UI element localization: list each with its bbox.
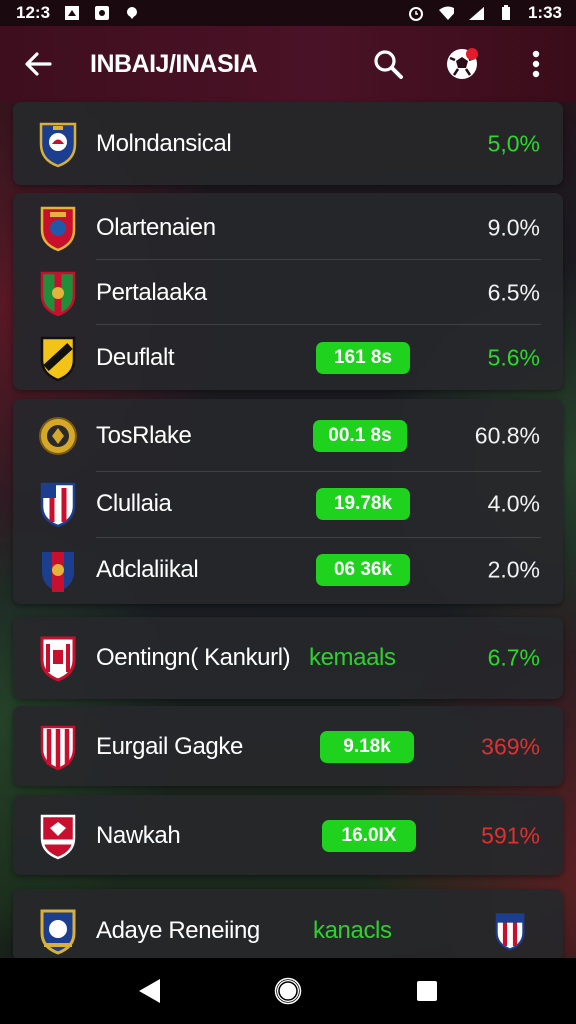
team-percentage: 4.0% xyxy=(487,490,540,516)
team-crest-icon xyxy=(39,416,77,455)
team-name: Clullaia xyxy=(96,489,172,517)
back-button[interactable] xyxy=(20,46,56,82)
image-icon xyxy=(94,5,110,21)
team-name: Olartenaien xyxy=(96,213,216,241)
team-name: Oentingn( Kankurl) xyxy=(96,643,291,671)
stat-badge: 161 8s xyxy=(316,341,410,374)
status-tag: kemaals xyxy=(309,643,396,671)
nav-recents-button[interactable] xyxy=(402,966,452,1016)
status-tag: kanacls xyxy=(313,916,392,944)
system-nav-bar xyxy=(0,958,576,1024)
team-crest-icon xyxy=(40,909,76,955)
team-crest-icon xyxy=(40,206,76,251)
more-options-button[interactable] xyxy=(516,44,556,84)
list-item[interactable]: TosRlake 00.1 8s 60.8% xyxy=(13,403,563,468)
stat-badge: 06 36k xyxy=(316,553,410,586)
list-item[interactable]: Molndansical 5,0% xyxy=(13,111,563,176)
team-crest-icon xyxy=(40,814,76,859)
list-item[interactable]: Oentingn( Kankurl) kemaals 6.7% xyxy=(13,625,563,690)
stat-badge: 19.78k xyxy=(316,487,410,520)
team-card: Adaye Reneiing kanacls xyxy=(13,889,563,961)
status-bar: 12:3 1:33 xyxy=(0,0,576,26)
team-percentage: 5.6% xyxy=(487,344,540,370)
app-actions xyxy=(368,44,556,84)
stat-badge: 9.18k xyxy=(320,730,414,763)
team-crest-icon xyxy=(40,271,76,316)
team-crest-icon xyxy=(40,725,76,770)
team-card: Nawkah 16.0IX 591% xyxy=(13,795,563,875)
page-title: INBAIJ/INASIA xyxy=(90,49,258,78)
team-percentage: 6.5% xyxy=(487,279,540,305)
list-item[interactable]: Olartenaien 9.0% xyxy=(13,195,563,260)
team-percentage: 9.0% xyxy=(487,214,540,240)
team-card: Molndansical 5,0% xyxy=(13,102,563,185)
signal-icon xyxy=(468,5,484,21)
list-item[interactable]: Clullaia 19.78k 4.0% xyxy=(13,471,563,536)
team-percentage: 369% xyxy=(481,733,540,759)
team-name: Molndansical xyxy=(96,129,232,157)
search-icon xyxy=(374,50,403,79)
stat-badge: 00.1 8s xyxy=(313,419,407,452)
more-vert-icon xyxy=(532,50,540,78)
team-percentage: 6.7% xyxy=(487,644,540,670)
notifications-button[interactable] xyxy=(442,44,482,84)
location-icon xyxy=(124,5,140,21)
status-time-left: 12:3 xyxy=(16,3,51,22)
nav-home-button[interactable] xyxy=(263,966,313,1016)
notification-badge xyxy=(466,48,478,60)
battery-icon xyxy=(498,5,514,21)
status-left: 12:3 xyxy=(16,3,140,23)
team-card: TosRlake 00.1 8s 60.8% Clullaia 19.78k 4… xyxy=(13,399,563,604)
list-item[interactable]: Pertalaaka 6.5% xyxy=(13,260,563,325)
team-card: Olartenaien 9.0% Pertalaaka 6.5% Deuflal… xyxy=(13,193,563,390)
notification-icon xyxy=(64,5,80,21)
team-crest-icon xyxy=(42,551,74,592)
team-crest-icon xyxy=(40,482,76,527)
team-crest-icon xyxy=(495,912,525,950)
team-crest-icon xyxy=(40,336,76,381)
nav-home-icon xyxy=(274,977,302,1005)
list-item[interactable]: Adaye Reneiing kanacls xyxy=(13,898,563,963)
team-name: Deuflalt xyxy=(96,343,175,371)
team-name: Eurgail Gagke xyxy=(96,732,243,760)
team-name: Nawkah xyxy=(96,821,181,849)
nav-back-icon xyxy=(139,979,161,1003)
arrow-left-icon xyxy=(25,52,52,76)
alarm-icon xyxy=(408,5,424,21)
list-item[interactable]: Adclaliikal 06 36k 2.0% xyxy=(13,537,563,602)
team-name: Adaye Reneiing xyxy=(96,916,260,944)
team-name: Pertalaaka xyxy=(96,278,207,306)
list-item[interactable]: Deuflalt 161 8s 5.6% xyxy=(13,325,563,390)
team-percentage: 591% xyxy=(481,822,540,848)
list-item[interactable]: Nawkah 16.0IX 591% xyxy=(13,803,563,868)
team-name: TosRlake xyxy=(96,421,192,449)
nav-recents-icon xyxy=(416,981,437,1001)
wifi-icon xyxy=(438,5,454,21)
team-crest-icon xyxy=(39,122,77,167)
team-percentage: 60.8% xyxy=(474,422,540,448)
app-bar: INBAIJ/INASIA xyxy=(0,26,576,102)
search-button[interactable] xyxy=(368,44,408,84)
team-percentage: 5,0% xyxy=(487,130,540,156)
team-card: Oentingn( Kankurl) kemaals 6.7% xyxy=(13,617,563,699)
status-right: 1:33 xyxy=(408,3,562,23)
stat-badge: 16.0IX xyxy=(322,819,416,852)
team-card: Eurgail Gagke 9.18k 369% xyxy=(13,706,563,786)
nav-back-button[interactable] xyxy=(124,966,174,1016)
team-crest-icon xyxy=(40,636,76,682)
team-percentage: 2.0% xyxy=(487,556,540,582)
team-name: Adclaliikal xyxy=(96,555,199,583)
list-item[interactable]: Eurgail Gagke 9.18k 369% xyxy=(13,714,563,779)
status-time-right: 1:33 xyxy=(527,3,562,22)
